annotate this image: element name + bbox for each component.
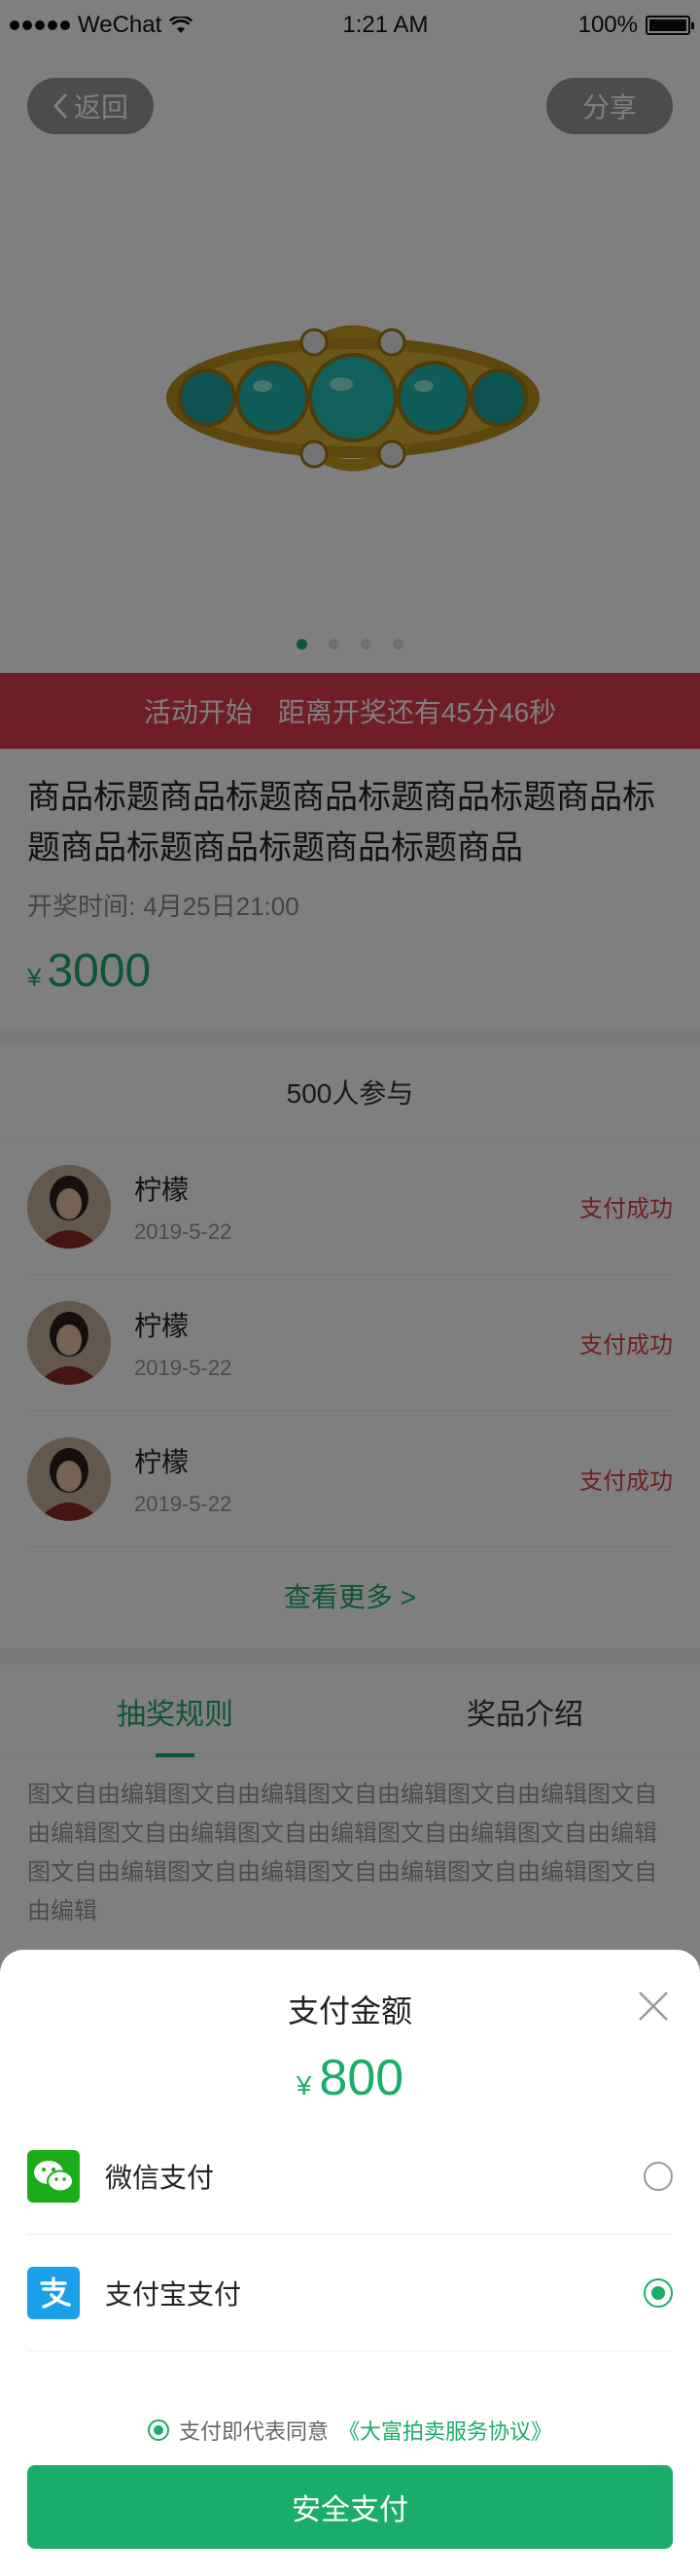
wechat-pay-icon	[27, 2149, 80, 2203]
alipay-radio[interactable]	[644, 2277, 673, 2308]
alipay-label: 支付宝支付	[105, 2278, 242, 2310]
agreement-checkbox[interactable]	[147, 2419, 169, 2441]
alipay-icon	[27, 2266, 80, 2319]
amount-currency: ¥	[296, 2070, 312, 2100]
sheet-title: 支付金额	[287, 1994, 412, 2029]
payment-amount: ¥ 800	[0, 2049, 700, 2107]
close-icon[interactable]	[636, 1989, 671, 2024]
amount-value: 800	[319, 2050, 404, 2106]
payment-sheet: 支付金额 ¥ 800 微信支付 支付宝支付 支付即代表同意 《大富拍卖服务协议》…	[0, 1950, 700, 2576]
secure-pay-button[interactable]: 安全支付	[27, 2465, 673, 2549]
payment-method-alipay[interactable]: 支付宝支付	[27, 2235, 673, 2351]
wechat-pay-label: 微信支付	[105, 2162, 215, 2193]
agreement-text: 支付即代表同意	[178, 2419, 329, 2444]
agreement-link[interactable]: 《大富拍卖服务协议》	[338, 2415, 552, 2446]
wechat-pay-radio[interactable]	[644, 2161, 673, 2191]
agreement: 支付即代表同意 《大富拍卖服务协议》	[0, 2415, 700, 2446]
payment-method-wechat[interactable]: 微信支付	[27, 2118, 673, 2235]
